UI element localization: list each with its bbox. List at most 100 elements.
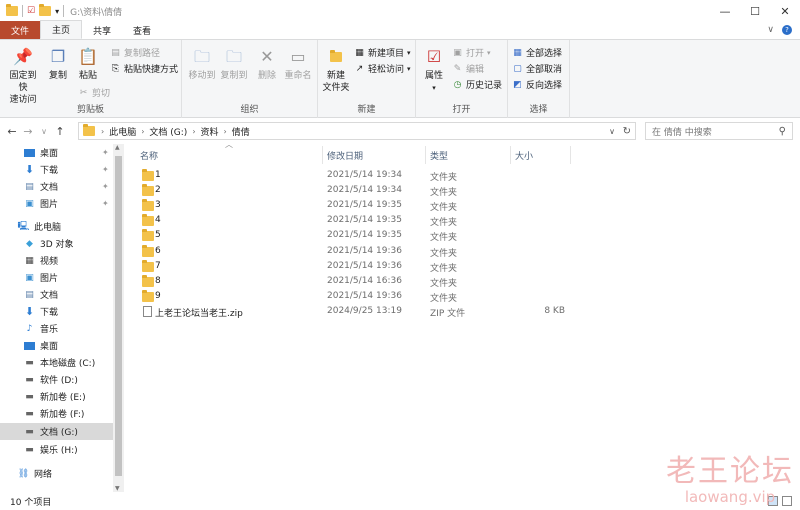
file-row[interactable]: 5 2021/5/14 19:35 文件夹	[130, 228, 570, 243]
file-row[interactable]: 7 2021/5/14 19:36 文件夹	[130, 259, 570, 274]
copy-to-button[interactable]: 🗀 复制到	[218, 46, 250, 82]
easy-access-button[interactable]: ↗ 轻松访问 ▾	[354, 62, 411, 76]
properties-icon[interactable]: ☑	[27, 6, 35, 16]
pin-icon[interactable]: ✦	[102, 199, 109, 208]
scroll-up-icon[interactable]: ▲	[115, 144, 120, 151]
tab-file[interactable]: 文件	[0, 21, 41, 39]
nav-drive-g[interactable]: ▬ 文档 (G:)	[0, 423, 113, 440]
nav-network[interactable]: ⛓ 网络	[0, 465, 112, 482]
select-all-button[interactable]: ▦ 全部选择	[512, 46, 562, 60]
nav-this-pc[interactable]: 🖳 此电脑	[0, 218, 112, 235]
collapse-ribbon-icon[interactable]: ∨	[767, 25, 774, 35]
file-row[interactable]: 9 2021/5/14 19:36 文件夹	[130, 289, 570, 304]
file-row[interactable]: 2 2021/5/14 19:34 文件夹	[130, 183, 570, 198]
open-button[interactable]: ▣ 打开 ▾	[452, 46, 490, 60]
pin-icon[interactable]: ✦	[102, 165, 109, 174]
breadcrumb-drive[interactable]: 文档 (G:)	[149, 125, 187, 138]
nav-pc-pictures[interactable]: ▣ 图片	[0, 269, 112, 286]
tab-home[interactable]: 主页	[40, 20, 83, 39]
tab-share[interactable]: 共享	[82, 21, 122, 39]
customize-toolbar-icon[interactable]: ▾	[55, 7, 59, 16]
paste-shortcut-button[interactable]: ⎘ 粘贴快捷方式	[110, 62, 178, 76]
rename-button[interactable]: ▭ 重命名	[282, 46, 314, 82]
invert-selection-button[interactable]: ◩ 反向选择	[512, 78, 562, 92]
nav-pc-desktop[interactable]: 桌面	[0, 337, 112, 354]
nav-quick-desktop[interactable]: 桌面 ✦	[0, 144, 112, 161]
file-row[interactable]: 1 2021/5/14 19:34 文件夹	[130, 168, 570, 183]
maximize-button[interactable]: ☐	[740, 0, 770, 22]
nav-pc-music[interactable]: ♪ 音乐	[0, 320, 112, 337]
nav-drive-d[interactable]: ▬ 软件 (D:)	[0, 371, 112, 388]
nav-drive-f[interactable]: ▬ 新加卷 (F:)	[0, 405, 112, 422]
clipboard-group: 📌 固定到快 速访问 ❐ 复制 📋 粘贴 ▤ 复制路径 ⎘ 粘贴快捷方式 ✂ 剪…	[0, 40, 182, 118]
refresh-icon[interactable]: ↻	[623, 126, 631, 137]
file-date: 2024/9/25 13:19	[327, 305, 402, 316]
nav-quick-pictures[interactable]: ▣ 图片 ✦	[0, 195, 112, 212]
file-row[interactable]: 3 2021/5/14 19:35 文件夹	[130, 198, 570, 213]
file-row[interactable]: 4 2021/5/14 19:35 文件夹	[130, 213, 570, 228]
column-header-size[interactable]: 大小	[515, 146, 533, 164]
breadcrumb-current[interactable]: 倩倩	[232, 125, 250, 138]
new-folder-icon[interactable]	[39, 4, 52, 16]
column-divider[interactable]	[425, 146, 426, 164]
nav-drive-e[interactable]: ▬ 新加卷 (E:)	[0, 388, 112, 405]
column-divider[interactable]	[510, 146, 511, 164]
file-name: 上老王论坛当老王.zip	[155, 308, 243, 319]
nav-quick-documents[interactable]: ▤ 文档 ✦	[0, 178, 112, 195]
nav-pc-videos[interactable]: ▦ 视频	[0, 252, 112, 269]
address-bar[interactable]: › 此电脑 › 文档 (G:) › 资料 › 倩倩 ∨ ↻	[78, 122, 636, 140]
copy-button[interactable]: ❐ 复制	[45, 46, 71, 82]
nav-pc-downloads[interactable]: ⬇ 下载	[0, 303, 112, 320]
nav-quick-downloads[interactable]: ⬇ 下载 ✦	[0, 161, 112, 178]
properties-button[interactable]: ☑ 属性 ▾	[420, 46, 448, 94]
nav-pc-documents[interactable]: ▤ 文档	[0, 286, 112, 303]
delete-button[interactable]: ✕ 删除	[254, 46, 280, 82]
nav-drive-c[interactable]: ▬ 本地磁盘 (C:)	[0, 354, 112, 371]
recent-dropdown-icon[interactable]: ∨	[36, 127, 52, 136]
scroll-down-icon[interactable]: ▼	[115, 485, 120, 492]
search-icon[interactable]: ⚲	[779, 126, 786, 137]
nav-drive-h[interactable]: ▬ 娱乐 (H:)	[0, 441, 112, 458]
column-header-date[interactable]: 修改日期	[327, 146, 363, 164]
file-row[interactable]: 6 2021/5/14 19:36 文件夹	[130, 244, 570, 259]
breadcrumb-this-pc[interactable]: 此电脑	[109, 125, 136, 138]
tab-view[interactable]: 查看	[122, 21, 162, 39]
breadcrumb-separator-icon: ›	[223, 126, 227, 136]
history-button[interactable]: ◷ 历史记录	[452, 78, 502, 92]
up-arrow-icon[interactable]: ↑	[52, 125, 68, 138]
new-item-button[interactable]: ▦ 新建项目 ▾	[354, 46, 410, 60]
address-dropdown-icon[interactable]: ∨	[609, 127, 615, 136]
nav-pc-3d-objects[interactable]: ◆ 3D 对象	[0, 235, 112, 252]
pin-icon[interactable]: ✦	[102, 182, 109, 191]
select-none-button[interactable]: ▢ 全部取消	[512, 62, 562, 76]
minimize-button[interactable]: —	[710, 0, 740, 22]
column-header-name[interactable]: 名称	[140, 146, 158, 164]
nav-scrollbar[interactable]: ▲ ▼	[113, 144, 124, 492]
file-row[interactable]: 上老王论坛当老王.zip 2024/9/25 13:19 ZIP 文件 8 KB	[130, 304, 570, 319]
folder-icon	[6, 4, 18, 16]
search-input[interactable]: 在 倩倩 中搜索 ⚲	[645, 122, 793, 140]
column-header-type[interactable]: 类型	[430, 146, 448, 164]
forward-arrow-icon[interactable]: →	[20, 125, 36, 138]
nav-item-label: 新加卷 (F:)	[40, 410, 85, 420]
scrollbar-thumb[interactable]	[115, 156, 122, 476]
edit-button[interactable]: ✎ 编辑	[452, 62, 484, 76]
file-row[interactable]: 8 2021/5/14 16:36 文件夹	[130, 274, 570, 289]
copy-path-button[interactable]: ▤ 复制路径	[110, 46, 160, 60]
cut-button[interactable]: ✂ 剪切	[78, 86, 110, 100]
column-divider[interactable]	[322, 146, 323, 164]
move-to-button[interactable]: 🗀 移动到	[186, 46, 218, 82]
paste-button[interactable]: 📋 粘贴	[75, 46, 101, 82]
back-arrow-icon[interactable]: ←	[4, 125, 20, 138]
item-count: 10 个项目	[10, 497, 52, 508]
column-divider[interactable]	[570, 146, 571, 164]
pin-quick-access-button[interactable]: 📌 固定到快 速访问	[6, 46, 40, 106]
help-icon[interactable]: ?	[782, 25, 792, 35]
new-folder-button[interactable]: 新建 文件夹	[320, 46, 352, 94]
breadcrumb-folder[interactable]: 资料	[201, 125, 219, 138]
pin-icon[interactable]: ✦	[102, 148, 109, 157]
close-button[interactable]: ✕	[770, 0, 800, 22]
open-group-label: 打开	[452, 105, 471, 115]
quick-access-toolbar: ☑ ▾	[0, 4, 65, 17]
watermark-url: laowang.vip	[684, 488, 776, 506]
